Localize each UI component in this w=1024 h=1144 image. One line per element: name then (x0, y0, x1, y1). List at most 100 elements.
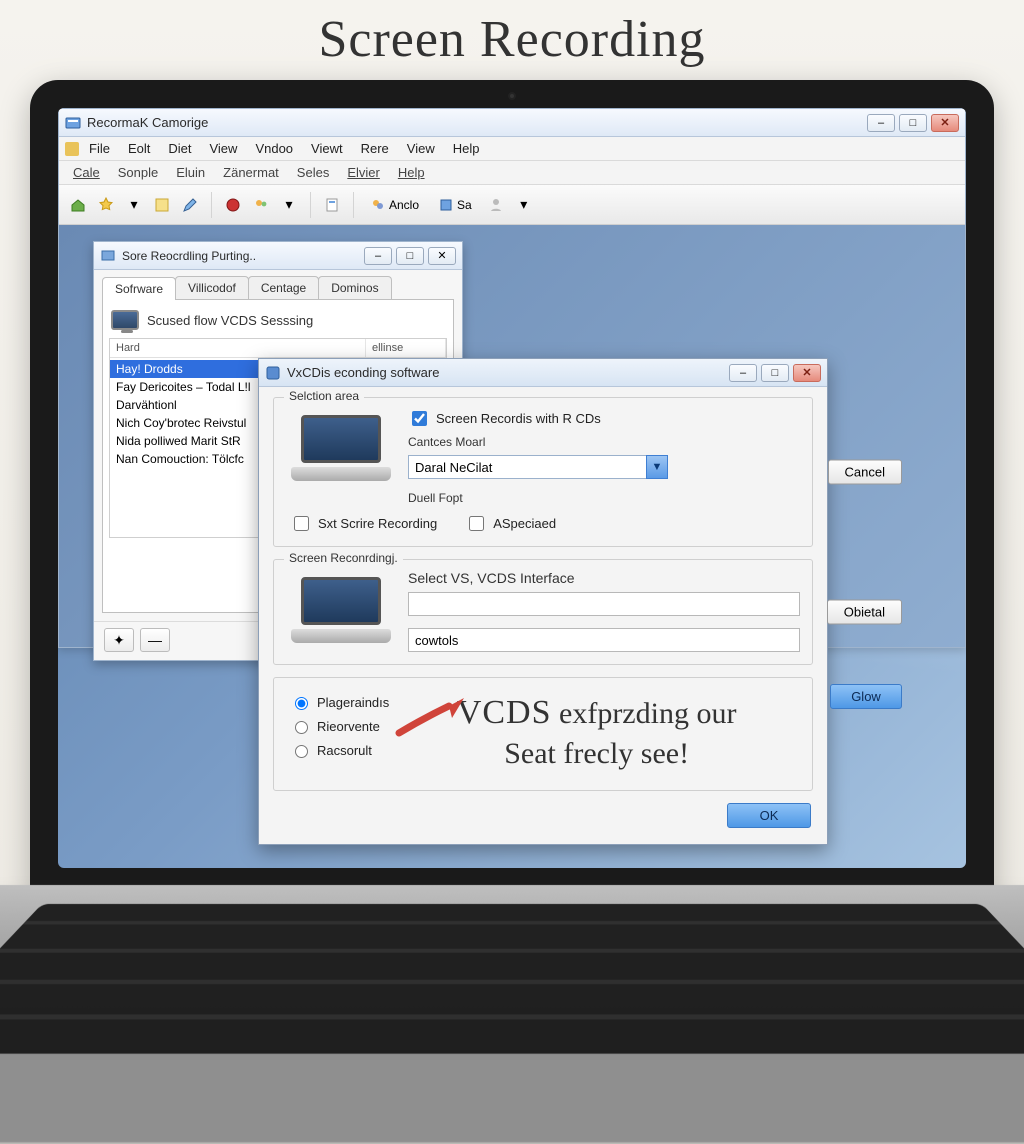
panel-add-button[interactable]: ✦ (104, 628, 134, 652)
check-aspeciaed[interactable]: ASpeciaed (465, 513, 556, 534)
tool-anclo-button[interactable]: Anclo (364, 194, 426, 216)
callout-em: VCDS (457, 694, 552, 731)
tool-anclo-label: Anclo (389, 198, 419, 212)
menubar-primary: File Eolt Diet View Vndoo Viewt Rere Vie… (59, 137, 965, 161)
check-screen-recordis-input[interactable] (412, 411, 427, 426)
panel-remove-button[interactable]: — (140, 628, 170, 652)
tool-star-icon[interactable] (95, 194, 117, 216)
menu-rere[interactable]: Rere (353, 139, 397, 158)
tool-record-icon[interactable] (222, 194, 244, 216)
tool-dropdown3-icon[interactable]: ▾ (513, 194, 535, 216)
combo-daral-dropdown[interactable]: ▼ (646, 455, 668, 479)
tool-sa-button[interactable]: Sa (432, 194, 479, 216)
app-title: RecormaK Camorige (87, 115, 208, 130)
cancel-button[interactable]: Cancel (828, 460, 902, 485)
glow-button[interactable]: Glow (830, 684, 902, 709)
menu-vndoo[interactable]: Vndoo (247, 139, 301, 158)
toolbar: ▾ ▾ Anclo Sa (59, 185, 965, 225)
screen-frame: RecormaK Camorige – □ ✕ File Eolt Diet (30, 80, 994, 900)
label-duell: Duell Fopt (408, 491, 800, 505)
minimize-button[interactable]: – (867, 114, 895, 132)
menu-viewt[interactable]: Viewt (303, 139, 351, 158)
legend-selection: Selction area (284, 389, 364, 403)
cowtols-input[interactable] (408, 628, 800, 652)
check-aspeciaed-input[interactable] (469, 516, 484, 531)
menu-diet[interactable]: Diet (160, 139, 199, 158)
menu-eolt[interactable]: Eolt (120, 139, 158, 158)
tool-home-icon[interactable] (67, 194, 89, 216)
tool-pencil-icon[interactable] (179, 194, 201, 216)
radio-plagerainds-input[interactable] (295, 697, 308, 710)
dialog-minimize-button[interactable]: – (729, 364, 757, 382)
radio-rieorvente[interactable]: Rieorvente (290, 718, 389, 734)
check-sxt-input[interactable] (294, 516, 309, 531)
panel-titlebar: Sore Reocrdling Purting.. – □ ✕ (94, 242, 462, 270)
panel-minimize-button[interactable]: – (364, 247, 392, 265)
app-titlebar: RecormaK Camorige – □ ✕ (59, 109, 965, 137)
fieldset-radios: Plageraindıs Rieorvente Racsorult VCDS e… (273, 677, 813, 791)
radio-racsorult[interactable]: Racsorult (290, 742, 389, 758)
radio-rieorvente-input[interactable] (295, 721, 308, 734)
tool-user-icon[interactable] (485, 194, 507, 216)
close-button[interactable]: ✕ (931, 114, 959, 132)
check-screen-recordis-label: Screen Recordis with R CDs (436, 411, 601, 426)
menu2-sonple[interactable]: Sonple (110, 163, 166, 182)
combo-daral-input[interactable] (408, 455, 646, 479)
combo-daral: ▼ (408, 455, 668, 479)
menu2-seles[interactable]: Seles (289, 163, 338, 182)
interface-input[interactable] (408, 592, 800, 616)
fieldset-selection-area: Selction area Screen Recordis with R CDs (273, 397, 813, 547)
callout-rest2: Seat frecly see! (504, 737, 689, 770)
recording-thumbnail (286, 570, 396, 650)
radio-plagerainds[interactable]: Plageraindıs (290, 694, 389, 710)
laptop-mockup: RecormaK Camorige – □ ✕ File Eolt Diet (10, 80, 1014, 1144)
menu2-cale[interactable]: Cale (65, 163, 108, 182)
selection-thumbnail (286, 408, 396, 488)
tab-centage[interactable]: Centage (248, 276, 319, 299)
check-aspeciaed-label: ASpeciaed (493, 516, 556, 531)
toolbar-sep2 (310, 192, 311, 218)
ok-button[interactable]: OK (727, 803, 811, 828)
dialog-close-button[interactable]: ✕ (793, 364, 821, 382)
dialog-maximize-button[interactable]: □ (761, 364, 789, 382)
tab-dominos[interactable]: Dominos (318, 276, 391, 299)
check-screen-recordis[interactable]: Screen Recordis with R CDs (408, 408, 800, 429)
dialog-icon (265, 365, 281, 381)
menu-view[interactable]: View (201, 139, 245, 158)
tool-note-icon[interactable] (151, 194, 173, 216)
menu2-elvier[interactable]: Elvier (339, 163, 388, 182)
tool-dropdown-icon[interactable]: ▾ (123, 194, 145, 216)
obietal-button[interactable]: Obietal (827, 600, 902, 625)
radio-racsorult-label: Racsorult (317, 743, 372, 758)
label-select-interface: Select VS, VCDS Interface (408, 570, 800, 586)
maximize-button[interactable]: □ (899, 114, 927, 132)
panel-icon (100, 248, 116, 264)
menu-view2[interactable]: View (399, 139, 443, 158)
menu-file[interactable]: File (81, 139, 118, 158)
menu2-eluin[interactable]: Eluin (168, 163, 213, 182)
radio-rieorvente-label: Rieorvente (317, 719, 380, 734)
tab-villicodof[interactable]: Villicodof (175, 276, 249, 299)
menu-leading-icon (65, 142, 79, 156)
tool-people-icon[interactable] (250, 194, 272, 216)
menubar-secondary: Cale Sonple Eluin Zänermat Seles Elvier … (59, 161, 965, 185)
screen: RecormaK Camorige – □ ✕ File Eolt Diet (58, 108, 966, 868)
tool-dropdown2-icon[interactable]: ▾ (278, 194, 300, 216)
callout-text: VCDS exfprzding our Seat frecly see! (393, 688, 800, 772)
panel-maximize-button[interactable]: □ (396, 247, 424, 265)
tab-software[interactable]: Sofrware (102, 277, 176, 300)
callout-rest1: exfprzding our (559, 697, 736, 730)
dialog-titlebar: VxCDis econding software – □ ✕ (259, 359, 827, 387)
laptop-icon (291, 415, 391, 481)
panel-heading-text: Scused flow VCDS Sesssing (147, 313, 313, 328)
keyboard-keys (0, 904, 1024, 1054)
tool-doc-icon[interactable] (321, 194, 343, 216)
check-sxt-label: Sxt Scrire Recording (318, 516, 437, 531)
panel-tabs: Sofrware Villicodof Centage Dominos (94, 270, 462, 299)
check-sxt[interactable]: Sxt Scrire Recording (290, 513, 437, 534)
panel-close-button[interactable]: ✕ (428, 247, 456, 265)
radio-racsorult-input[interactable] (295, 745, 308, 758)
menu2-help[interactable]: Help (390, 163, 433, 182)
menu-help[interactable]: Help (445, 139, 488, 158)
menu2-zanermat[interactable]: Zänermat (215, 163, 287, 182)
